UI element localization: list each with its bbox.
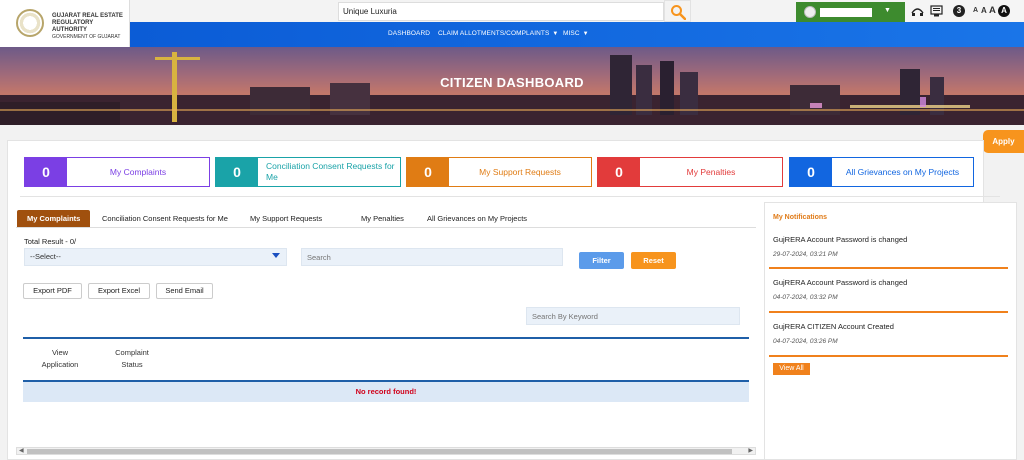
search-button[interactable] [664, 0, 691, 22]
stat-label: My Complaints [109, 166, 167, 177]
tab-conciliation-requests[interactable]: Conciliation Consent Requests for Me [102, 210, 228, 227]
status-select[interactable]: --Select-- [24, 248, 287, 266]
notification-text[interactable]: GujRERA Account Password is changed [773, 278, 907, 287]
logo[interactable]: GUJARAT REAL ESTATE REGULATORY AUTHORITY… [0, 0, 130, 47]
stat-label: Conciliation Consent Requests for Me [266, 161, 395, 182]
select-value: --Select-- [30, 252, 61, 261]
stat-support-requests[interactable]: 0 My Support Requests [406, 157, 592, 187]
font-size-medium[interactable]: A [981, 6, 987, 15]
avatar [804, 6, 816, 18]
stat-label: My Penalties [686, 166, 736, 177]
caret-down-icon: ▼ [582, 31, 589, 37]
font-size-large[interactable]: A [989, 5, 996, 16]
notification-date: 04-07-2024, 03:26 PM [773, 338, 838, 345]
dashboard-banner: CITIZEN DASHBOARD [0, 47, 1024, 125]
tab-penalties[interactable]: My Penalties [361, 210, 404, 227]
stat-count: 0 [790, 158, 832, 186]
language-badge[interactable]: 3 [953, 5, 965, 17]
chevron-down-icon: ▼ [884, 7, 891, 14]
user-menu[interactable]: ▼ [796, 2, 905, 22]
stat-count: 0 [25, 158, 67, 186]
accessibility-icon[interactable] [911, 5, 924, 17]
global-search-input[interactable] [338, 2, 664, 21]
tab-support-requests[interactable]: My Support Requests [250, 210, 322, 227]
tab-my-complaints[interactable]: My Complaints [17, 210, 91, 227]
scroll-right-icon[interactable]: ▶ [748, 447, 753, 454]
nav-label: CLAIM ALLOTMENTS/COMPLAINTS [438, 30, 550, 37]
logo-line-2: REGULATORY AUTHORITY [52, 20, 94, 33]
notifications-title: My Notifications [773, 214, 828, 221]
logo-text: GUJARAT REAL ESTATE REGULATORY AUTHORITY… [52, 13, 129, 41]
stat-label: My Support Requests [479, 166, 561, 177]
caret-down-icon: ▼ [552, 31, 559, 37]
page-title: CITIZEN DASHBOARD [440, 75, 584, 90]
notification-date: 04-07-2024, 03:32 PM [773, 294, 838, 301]
stat-count: 0 [598, 158, 640, 186]
stat-grievances[interactable]: 0 All Grievances on My Projects [789, 157, 974, 187]
stat-penalties[interactable]: 0 My Penalties [597, 157, 783, 187]
font-size-small[interactable]: A [973, 7, 978, 14]
header-line: Application [41, 360, 79, 369]
gujrera-seal-icon [16, 9, 44, 37]
notification-text[interactable]: GujRERA Account Password is changed [773, 235, 907, 244]
nav-claim-allotments-complaints[interactable]: CLAIM ALLOTMENTS/COMPLAINTS ▼ [438, 30, 558, 37]
logo-line-1: GUJARAT REAL ESTATE [52, 13, 123, 19]
logo-line-3: GOVERNMENT OF GUJARAT [52, 34, 121, 40]
search-icon [671, 5, 686, 20]
header: GUJARAT REAL ESTATE REGULATORY AUTHORITY… [0, 0, 1024, 47]
reset-button[interactable]: Reset [631, 252, 676, 269]
tabs-underline [16, 227, 756, 228]
user-name-redacted [820, 8, 872, 17]
stat-my-complaints[interactable]: 0 My Complaints [24, 157, 210, 187]
header-line: Status [121, 360, 143, 369]
divider [20, 196, 1000, 197]
search-input[interactable] [301, 248, 563, 266]
nav-label: MISC [563, 30, 580, 37]
scroll-left-icon[interactable]: ◀ [19, 447, 24, 454]
keyword-search-input[interactable] [526, 307, 740, 325]
empty-state-message: No record found! [23, 382, 749, 402]
notification-text[interactable]: GujRERA CITIZEN Account Created [773, 322, 894, 331]
stat-count: 0 [216, 158, 258, 186]
apply-button[interactable]: Apply [983, 130, 1024, 153]
header-line: View [51, 348, 69, 357]
column-header-view-application[interactable]: View Application [35, 347, 85, 371]
notification-divider [769, 267, 1008, 269]
table-top-border [23, 337, 749, 339]
tab-grievances[interactable]: All Grievances on My Projects [427, 210, 527, 227]
nav-dashboard[interactable]: DASHBOARD [388, 30, 430, 37]
filter-button[interactable]: Filter [579, 252, 624, 269]
stat-conciliation-requests[interactable]: 0 Conciliation Consent Requests for Me [215, 157, 401, 187]
horizontal-scrollbar[interactable]: ◀ ▶ [16, 447, 756, 455]
global-search-field[interactable] [339, 3, 663, 20]
chevron-down-icon [272, 253, 280, 258]
export-pdf-button[interactable]: Export PDF [23, 283, 82, 299]
header-line: Complaint [115, 348, 149, 357]
view-all-button[interactable]: View All [773, 363, 810, 375]
nav-misc[interactable]: MISC ▼ [563, 30, 589, 37]
stat-count: 0 [407, 158, 449, 186]
notification-date: 29-07-2024, 03:21 PM [773, 251, 838, 258]
main-nav: DASHBOARD CLAIM ALLOTMENTS/COMPLAINTS ▼ M… [130, 22, 1024, 47]
total-result-label: Total Result - 0/ [24, 237, 77, 246]
notification-divider [769, 311, 1008, 313]
stat-label: All Grievances on My Projects [845, 166, 960, 177]
contrast-toggle[interactable]: A [998, 5, 1010, 17]
export-excel-button[interactable]: Export Excel [88, 283, 150, 299]
column-header-complaint-status[interactable]: Complaint Status [107, 347, 157, 371]
notification-divider [769, 355, 1008, 357]
scrollbar-thumb[interactable] [27, 449, 732, 454]
screen-reader-icon[interactable] [930, 5, 943, 17]
send-email-button[interactable]: Send Email [156, 283, 213, 299]
